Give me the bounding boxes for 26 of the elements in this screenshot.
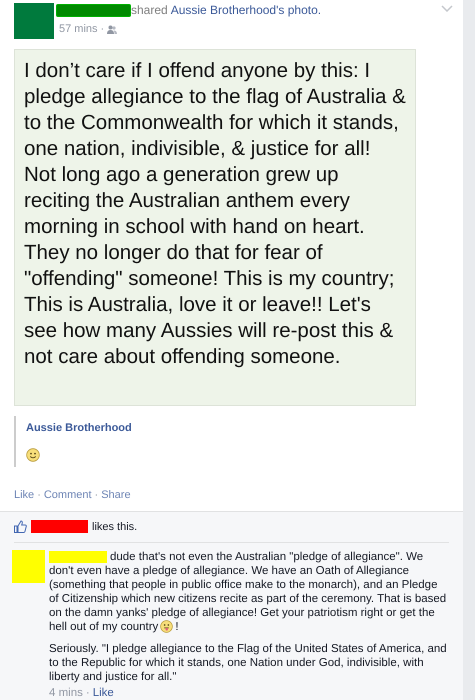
friends-icon xyxy=(107,24,118,34)
post-action-link[interactable]: Like xyxy=(14,487,34,504)
separator-dot: · xyxy=(37,488,41,503)
post-time[interactable]: 57 mins xyxy=(59,21,98,38)
redaction-block xyxy=(12,550,45,583)
tongue-smiley-icon xyxy=(160,620,174,634)
separator-dot: · xyxy=(86,686,90,700)
thumbs-up-icon xyxy=(14,520,27,534)
redaction-block xyxy=(14,3,54,39)
separator-dot: · xyxy=(100,22,104,37)
comment-second-paragraph: Seriously. "I pledge allegiance to the Flag of the United States of America, and to the Republic for which it stands, one Nation under God, indivisible, with liberty and justice for all." xyxy=(49,642,448,684)
comment-text: dude that's not even the Australian "pledge of allegiance". We don't even have a pledge of allegiance. We have an Oath of Allegiance (something that people in public office make to the monarch), and an Pledge of Citizenship which new citizens recite as part of the ceremony. That is based on the damn yanks' pledge of allegiance! Get your patriotism right or get the hell out of my country ! xyxy=(49,550,448,634)
separator-dot: · xyxy=(94,488,98,503)
smiley-icon xyxy=(26,448,40,462)
chevron-down-icon[interactable] xyxy=(441,5,453,12)
post-action-link[interactable]: Comment xyxy=(44,487,92,504)
comment-time[interactable]: 4 mins xyxy=(49,686,83,700)
post-action-link[interactable]: Share xyxy=(101,487,131,504)
caption-author-link[interactable]: Aussie Brotherhood xyxy=(26,420,463,436)
shared-photo[interactable]: I don’t care if I offend anyone by this: I pledge allegiance to the flag of Australia & to the Commonwealth for which it stands, one nation, indivisible, & justice for all! Not long ago a generation grew up reciting the Australian anthem every morning in school with hand on heart. They no longer do that for fear of "offending" someone! This is my country; This is Australia, love it or leave!! Let's see how many Aussies will re-post this & not care about offending someone. xyxy=(14,49,416,406)
likes-text: likes this. xyxy=(92,520,138,534)
post-action-text: shared xyxy=(131,3,168,18)
redaction-block xyxy=(31,520,88,534)
redaction-block xyxy=(49,550,107,563)
comment-like-link[interactable]: Like xyxy=(92,686,114,700)
shared-photo-link[interactable]: Aussie Brotherhood's photo. xyxy=(170,3,322,18)
